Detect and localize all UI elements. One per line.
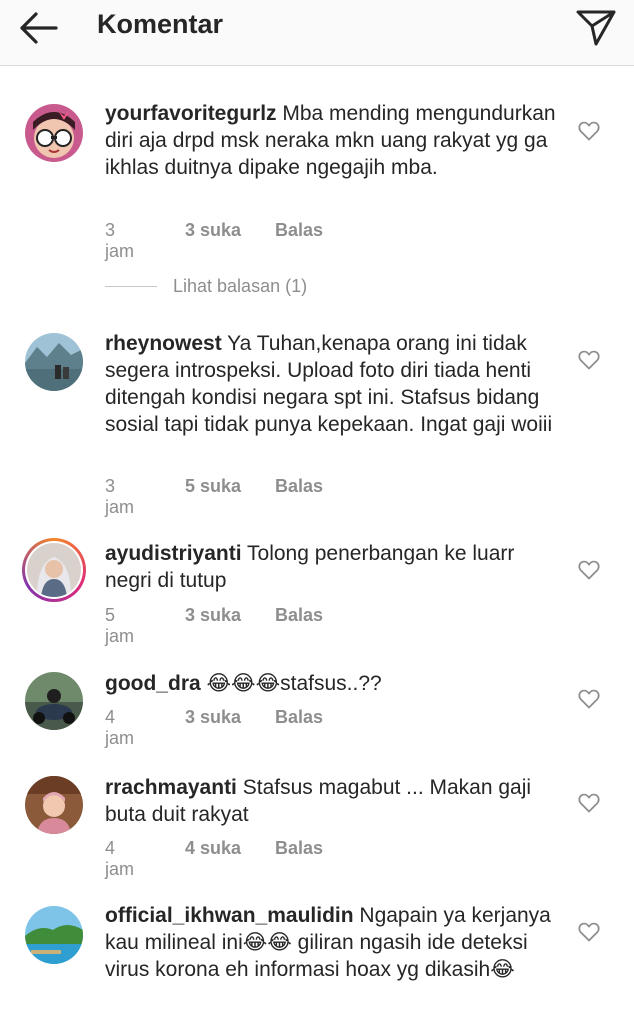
- avatar[interactable]: [25, 333, 83, 391]
- comment-body: 😂😂😂stafsus..??: [206, 672, 382, 695]
- avatar[interactable]: [25, 906, 83, 964]
- comment-username[interactable]: ayudistriyanti: [105, 542, 242, 565]
- comment-username[interactable]: rrachmayanti: [105, 776, 237, 799]
- reply-button[interactable]: Balas: [275, 838, 323, 859]
- comment-time: 5 jam: [105, 605, 135, 646]
- heart-icon: [578, 689, 600, 709]
- reply-button[interactable]: Balas: [275, 605, 323, 626]
- like-button[interactable]: [578, 121, 600, 141]
- comment-time: 4 jam: [105, 838, 135, 879]
- comment-text: rrachmayanti Stafsus magabut ... Makan g…: [105, 774, 560, 828]
- comment-likes[interactable]: 3 suka: [185, 707, 241, 728]
- heart-icon: [578, 560, 600, 580]
- reply-button[interactable]: Balas: [275, 476, 323, 497]
- replies-divider: [105, 286, 157, 287]
- like-button[interactable]: [578, 689, 600, 709]
- back-button[interactable]: [14, 8, 62, 48]
- like-button[interactable]: [578, 922, 600, 942]
- share-button[interactable]: [572, 6, 620, 46]
- comment-likes[interactable]: 3 suka: [185, 605, 241, 626]
- comment-time: 4 jam: [105, 707, 135, 748]
- comment-text: yourfavoritegurlz Mba mending mengundurk…: [105, 100, 560, 181]
- comment-text: good_dra 😂😂😂stafsus..??: [105, 670, 560, 697]
- comment-text: rheynowest Ya Tuhan,kenapa orang ini tid…: [105, 330, 560, 438]
- heart-icon: [578, 793, 600, 813]
- avatar[interactable]: [25, 776, 83, 834]
- top-bar: Komentar: [0, 0, 634, 66]
- avatar[interactable]: [25, 672, 83, 730]
- comment-username[interactable]: rheynowest: [105, 332, 222, 355]
- page-title: Komentar: [97, 9, 224, 39]
- comment-likes[interactable]: 3 suka: [185, 220, 241, 241]
- paper-plane-icon: [576, 10, 616, 46]
- like-button[interactable]: [578, 350, 600, 370]
- comment-text: ayudistriyanti Tolong penerbangan ke lua…: [105, 540, 560, 594]
- reply-button[interactable]: Balas: [275, 220, 323, 241]
- comment-likes[interactable]: 4 suka: [185, 838, 241, 859]
- arrow-left-icon: [20, 12, 58, 44]
- like-button[interactable]: [578, 793, 600, 813]
- comment-time: 3 jam: [105, 476, 135, 517]
- comment-username[interactable]: official_ikhwan_maulidin: [105, 904, 354, 927]
- comment-username[interactable]: yourfavoritegurlz: [105, 102, 277, 125]
- comment-text: official_ikhwan_maulidin Ngapain ya kerj…: [105, 902, 560, 983]
- heart-icon: [578, 121, 600, 141]
- reply-button[interactable]: Balas: [275, 707, 323, 728]
- heart-icon: [578, 350, 600, 370]
- avatar[interactable]: [25, 104, 83, 162]
- comment-time: 3 jam: [105, 220, 135, 261]
- comment-likes[interactable]: 5 suka: [185, 476, 241, 497]
- view-replies-label: Lihat balasan (1): [173, 276, 308, 296]
- comment-username[interactable]: good_dra: [105, 672, 201, 695]
- like-button[interactable]: [578, 560, 600, 580]
- avatar[interactable]: [22, 538, 86, 602]
- heart-icon: [578, 922, 600, 942]
